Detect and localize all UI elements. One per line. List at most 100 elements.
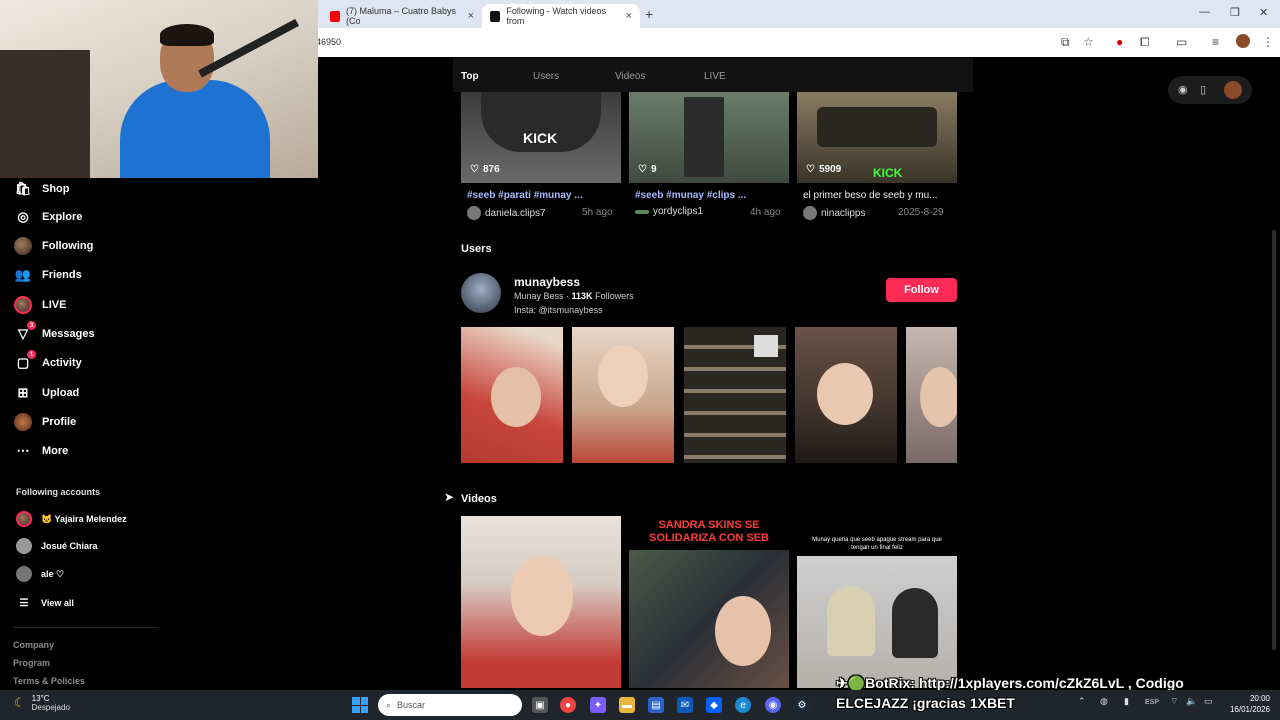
video-author[interactable]: yordyclips1 — [635, 206, 703, 217]
new-tab-icon[interactable]: + — [645, 6, 653, 22]
clock-time: 20:00 — [1249, 694, 1270, 703]
user-video-thumbnail[interactable] — [795, 327, 897, 463]
profile-avatar-icon[interactable] — [1236, 34, 1250, 48]
user-bio: Insta: @itsmunaybess — [514, 305, 603, 315]
sidebar-item-label: Messages — [42, 328, 95, 340]
tiktok-icon — [490, 10, 501, 22]
search-icon: ⌕ — [386, 699, 392, 710]
user-video-thumbnail[interactable] — [684, 327, 786, 463]
thumbnail-overlay-text: KICK — [523, 130, 558, 146]
sidebar-item-messages[interactable]: ▽ 3 Messages — [14, 321, 95, 345]
sidebar-item-activity[interactable]: ▢ 1 Activity — [14, 350, 82, 374]
tray-app-icon[interactable]: ▮ — [1124, 696, 1129, 707]
video-thumbnail[interactable] — [461, 516, 621, 688]
view-all-link[interactable]: ☰ View all — [16, 593, 74, 613]
author-name: yordyclips1 — [653, 206, 704, 217]
thumbnail-image — [511, 556, 573, 636]
dropbox-icon[interactable]: ◆ — [706, 697, 722, 713]
tab-live[interactable]: LIVE — [704, 71, 726, 82]
sidebar-item-more[interactable]: ⋯ More — [14, 440, 69, 462]
opera-icon[interactable]: ● — [1116, 35, 1123, 49]
user-video-thumbnail[interactable] — [572, 327, 674, 463]
tab-videos[interactable]: Videos — [615, 71, 645, 82]
sidebar-item-explore[interactable]: ◎ Explore — [14, 206, 82, 228]
sidebar-item-following[interactable]: Following — [14, 235, 93, 257]
edge-icon[interactable]: e — [735, 697, 751, 713]
heart-icon: ♡ — [806, 164, 815, 175]
volume-icon[interactable]: 🔈 — [1186, 696, 1197, 707]
discord-icon[interactable]: ◉ — [765, 697, 781, 713]
wifi-icon[interactable]: ⌔ — [1170, 696, 1178, 707]
thumbnail-caption: Munay queria que seeb apague stream para… — [812, 537, 942, 551]
footer-link-company[interactable]: Company — [13, 640, 54, 650]
bookmark-star-icon[interactable]: ☆ — [1083, 35, 1094, 49]
battery-icon[interactable]: ▭ — [1204, 696, 1213, 707]
mouse-cursor-icon: ➤ — [444, 490, 455, 504]
follow-button[interactable]: Follow — [886, 278, 957, 302]
following-account-item[interactable]: ale ♡ — [16, 564, 64, 584]
chrome-icon[interactable]: ● — [560, 697, 576, 713]
sidebar-item-profile[interactable]: Profile — [14, 411, 76, 433]
notification-badge: 1 — [27, 350, 36, 359]
video-thumbnail[interactable]: SANDRA SKINS SE SOLIDARIZA CON SEB — [629, 516, 789, 688]
browser-tab[interactable]: (7) Maluma – Cuatro Babys (Co × — [322, 4, 482, 28]
user-name[interactable]: munaybess — [514, 275, 580, 289]
tab-top[interactable]: Top — [461, 71, 479, 82]
mail-icon[interactable]: ✉ — [677, 697, 693, 713]
divider — [13, 627, 158, 628]
video-title[interactable]: #seeb #parati #munay ... — [467, 190, 583, 201]
steam-icon[interactable]: ⚙ — [794, 697, 810, 713]
language-indicator[interactable]: ESP — [1145, 699, 1159, 706]
webcam-overlay — [0, 0, 318, 178]
system-clock[interactable]: 20:00 16/01/2026 — [1222, 693, 1270, 715]
mobile-icon[interactable]: ▯ — [1200, 83, 1206, 96]
tray-app-icon[interactable]: ◍ — [1100, 696, 1108, 707]
profile-avatar-icon[interactable] — [1224, 81, 1242, 99]
menu-icon[interactable]: ⋮ — [1262, 35, 1274, 49]
video-title[interactable]: el primer beso de seeb y mu... — [803, 190, 938, 201]
sidebar-item-label: Upload — [42, 387, 80, 399]
webcam-person — [160, 24, 214, 46]
video-title[interactable]: #seeb #munay #clips ... — [635, 190, 746, 201]
media-icon[interactable]: ≡ — [1212, 35, 1219, 49]
folder-icon[interactable]: ▬ — [619, 697, 635, 713]
avatar[interactable] — [461, 273, 501, 313]
following-account-item[interactable]: Josué Chiara — [16, 536, 98, 556]
browser-tab-active[interactable]: Following - Watch videos from × — [482, 4, 640, 28]
following-account-item[interactable]: 🐱 Yajaira Melendez — [16, 509, 127, 529]
sidebar-item-friends[interactable]: 👥 Friends — [14, 264, 82, 286]
minimize-icon[interactable]: — — [1199, 6, 1210, 18]
video-thumbnail[interactable]: Munay queria que seeb apague stream para… — [797, 516, 957, 688]
taskbar-search[interactable]: ⌕ Buscar — [378, 694, 522, 716]
video-author[interactable]: daniela.clips7 — [467, 206, 546, 220]
footer-link-terms[interactable]: Terms & Policies — [13, 676, 85, 686]
activity-icon: ▢ 1 — [14, 350, 36, 372]
address-bar[interactable]: 46950 — [316, 37, 341, 47]
tab-users[interactable]: Users — [533, 71, 559, 82]
tab-search-icon[interactable]: ▭ — [1176, 35, 1187, 49]
video-author[interactable]: ninaclipps — [803, 206, 865, 220]
windows-start-icon[interactable] — [352, 697, 368, 713]
cast-icon[interactable]: ⧉ — [1061, 35, 1070, 50]
tray-chevron-icon[interactable]: ⌃ — [1078, 696, 1086, 707]
restore-icon[interactable]: ❐ — [1230, 6, 1240, 19]
user-video-thumbnail[interactable] — [461, 327, 563, 463]
weather-widget[interactable]: ☾ 13°C Despejado — [14, 694, 70, 712]
copilot-icon[interactable]: ✦ — [590, 697, 606, 713]
task-view-icon[interactable]: ▣ — [532, 697, 548, 713]
sidebar-item-live[interactable]: LIVE — [14, 294, 66, 316]
scrollbar[interactable] — [1272, 230, 1276, 650]
close-window-icon[interactable]: ✕ — [1259, 6, 1268, 19]
user-video-thumbnail[interactable] — [906, 327, 957, 463]
close-icon[interactable]: × — [626, 10, 632, 22]
compass-icon[interactable]: ◉ — [1178, 83, 1188, 96]
close-icon[interactable]: × — [468, 10, 474, 22]
sidebar-item-upload[interactable]: ⊞ Upload — [14, 382, 80, 404]
weather-moon-icon: ☾ — [14, 695, 26, 710]
store-icon[interactable]: ▤ — [648, 697, 664, 713]
sidebar-item-shop[interactable]: 🛍 Shop — [14, 178, 70, 200]
section-heading-videos: Videos — [461, 493, 497, 505]
extensions-icon[interactable]: ⧠ — [1140, 35, 1150, 50]
footer-link-program[interactable]: Program — [13, 658, 50, 668]
thumbnail-image — [491, 367, 541, 427]
